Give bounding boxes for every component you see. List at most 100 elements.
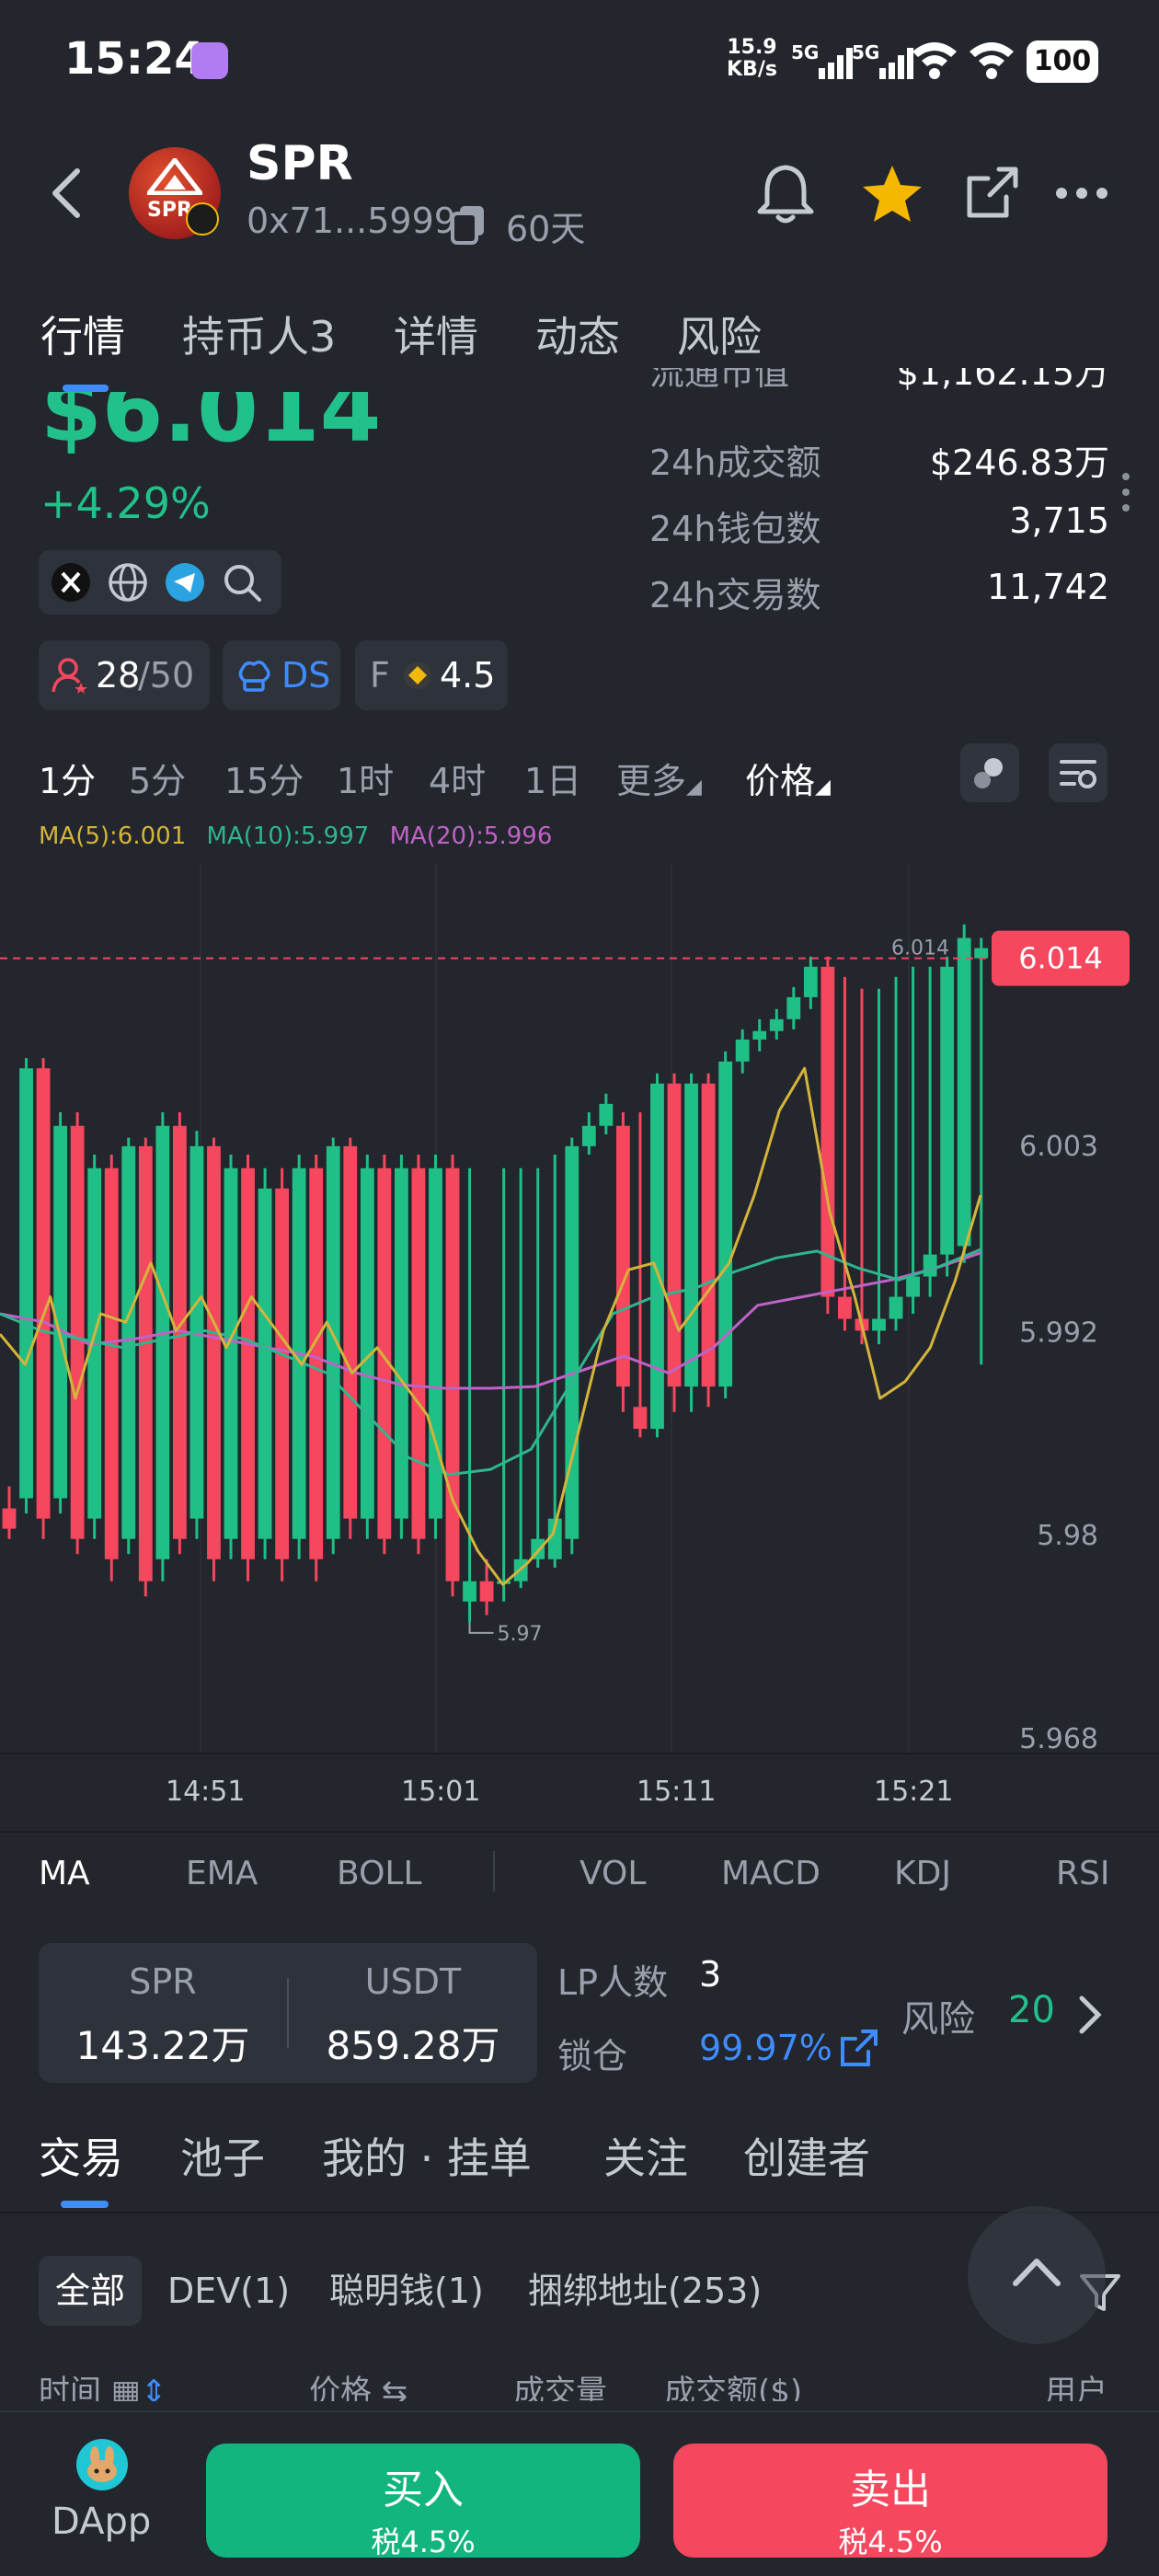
interval-more-dropdown[interactable]: 更多◢ (616, 753, 702, 803)
token-address[interactable]: 0x71...5999 (247, 201, 456, 241)
indicator-vol[interactable]: VOL (580, 1855, 646, 1892)
interval-1d[interactable]: 1日 (524, 753, 581, 803)
price-axis-label: 6.003 (1019, 1131, 1098, 1163)
candle-body (786, 996, 801, 1019)
app-notification-icon (191, 42, 228, 79)
candle-body (241, 1167, 255, 1559)
pool-quote-amount: 859.28万 (326, 2023, 500, 2068)
risk-score[interactable]: 20 (1008, 1989, 1055, 2031)
candle-body (360, 1167, 374, 1519)
filter-dev[interactable]: DEV(1) (167, 2256, 290, 2326)
indicator-macd[interactable]: MACD (721, 1855, 820, 1892)
candle-body (19, 1068, 33, 1499)
chart-settings-button[interactable] (1049, 743, 1107, 802)
chevron-right-icon[interactable] (1076, 1993, 1104, 2037)
pool-quote-symbol: USDT (364, 1961, 462, 2002)
time-tick: 14:51 (166, 1776, 246, 1808)
user-icon (52, 658, 87, 694)
indicator-toggle-button[interactable] (960, 743, 1019, 802)
sell-label: 卖出 (850, 2467, 931, 2513)
tab-details[interactable]: 详情 (394, 304, 478, 364)
status-bar: 15:24 15.9 KB/s 5G 5G 100 (0, 0, 1159, 120)
candle-body (615, 1125, 630, 1387)
indicator-boll[interactable]: BOLL (337, 1855, 422, 1892)
f-score-chip[interactable]: F 4.5 (355, 640, 508, 710)
external-link-icon[interactable] (839, 2028, 879, 2068)
tab-my-orders[interactable]: 我的 · 挂单 (322, 2125, 532, 2186)
share-icon[interactable] (957, 158, 1027, 228)
interval-1m[interactable]: 1分 (39, 753, 96, 803)
filter-bundled-addresses[interactable]: 捆绑地址(253) (528, 2256, 762, 2326)
tab-indicator (61, 2201, 109, 2208)
interval-15m[interactable]: 15分 (224, 753, 304, 803)
indicator-kdj[interactable]: KDJ (894, 1855, 951, 1892)
globe-icon[interactable] (107, 561, 149, 604)
back-arrow-icon[interactable] (46, 166, 86, 221)
holders-chip[interactable]: 28 /50 (39, 640, 210, 710)
risk-label[interactable]: 风险 (901, 1989, 975, 2042)
bottom-tabs: 交易 池子 我的 · 挂单 关注 创建者 (0, 2116, 1159, 2217)
stat-value: $246.83万 (929, 443, 1109, 483)
time-tick: 15:01 (401, 1776, 481, 1808)
stat-label: 24h钱包数 (649, 509, 821, 549)
ds-label: DS (281, 655, 331, 696)
candle-body (701, 1083, 716, 1387)
time-axis: 14:51 15:01 15:11 15:21 (0, 1766, 1159, 1822)
interval-5m[interactable]: 5分 (129, 753, 186, 803)
tab-trades[interactable]: 交易 (39, 2125, 123, 2186)
tab-pools[interactable]: 池子 (180, 2125, 265, 2186)
interval-4h[interactable]: 4时 (429, 753, 486, 803)
col-time[interactable]: 时间 ▦⇕ (39, 2366, 166, 2401)
filter-all[interactable]: 全部 (39, 2256, 143, 2326)
candle-body (155, 1125, 170, 1559)
candles (2, 924, 989, 1622)
candle-body (940, 966, 955, 1255)
lock-label: 锁仓 (557, 2036, 628, 2076)
price-mode-dropdown[interactable]: 价格◢ (745, 753, 831, 803)
dapp-bunny-icon[interactable] (75, 2438, 129, 2491)
trades-column-header: 时间 ▦⇕ 价格 ⇆ 成交量 成交额($) 用户 (0, 2355, 1159, 2401)
circles-icon (974, 758, 1003, 788)
tab-watchlist[interactable]: 关注 (603, 2125, 688, 2186)
high-price-label: 6.014 (891, 937, 949, 960)
dapp-label[interactable]: DApp (52, 2501, 151, 2543)
bell-icon[interactable] (751, 158, 820, 228)
search-icon[interactable] (221, 561, 263, 604)
ds-chip[interactable]: DS (223, 640, 340, 710)
candlestick-chart[interactable]: 6.003 5.992 5.98 5.968 6.014 6.014 5.97 (0, 846, 1159, 1766)
more-icon[interactable] (1049, 158, 1119, 228)
stat-label: 24h成交额 (649, 443, 821, 483)
copy-icon[interactable] (451, 204, 486, 245)
indicator-rsi[interactable]: RSI (1056, 1855, 1109, 1892)
tab-creator[interactable]: 创建者 (743, 2125, 870, 2186)
tab-market[interactable]: 行情 (40, 304, 125, 364)
scroll-top-button[interactable] (968, 2206, 1106, 2344)
tab-holders[interactable]: 持币人3 (182, 304, 336, 364)
x-twitter-icon[interactable] (50, 561, 92, 604)
tab-risk[interactable]: 风险 (677, 304, 762, 364)
sell-button[interactable]: 卖出 税4.5% (673, 2444, 1107, 2559)
token-logo: SPR (129, 147, 221, 239)
star-icon[interactable] (857, 158, 927, 228)
filter-smart-money[interactable]: 聪明钱(1) (329, 2256, 484, 2326)
buy-button[interactable]: 买入 税4.5% (206, 2444, 640, 2559)
col-price[interactable]: 价格 ⇆ (309, 2366, 407, 2401)
candle-body (53, 1125, 68, 1499)
last-price-value: 6.014 (1018, 941, 1103, 976)
candle-body (309, 1167, 324, 1559)
indicator-ema[interactable]: EMA (186, 1855, 258, 1892)
indicator-ma[interactable]: MA (39, 1855, 90, 1892)
arrow-up-icon (1013, 2259, 1061, 2286)
more-vertical-icon[interactable] (1117, 471, 1135, 513)
low-marker (468, 1621, 494, 1634)
telegram-icon[interactable] (164, 561, 206, 604)
candle-body (872, 1318, 886, 1331)
lock-value[interactable]: 99.97% (699, 2028, 832, 2068)
interval-1h[interactable]: 1时 (337, 753, 394, 803)
candle-body (974, 948, 989, 959)
divider (0, 2410, 1159, 2412)
tab-activity[interactable]: 动态 (535, 304, 620, 364)
f-label: F (370, 655, 390, 696)
candle-body (581, 1125, 596, 1146)
candle-body (104, 1167, 119, 1559)
